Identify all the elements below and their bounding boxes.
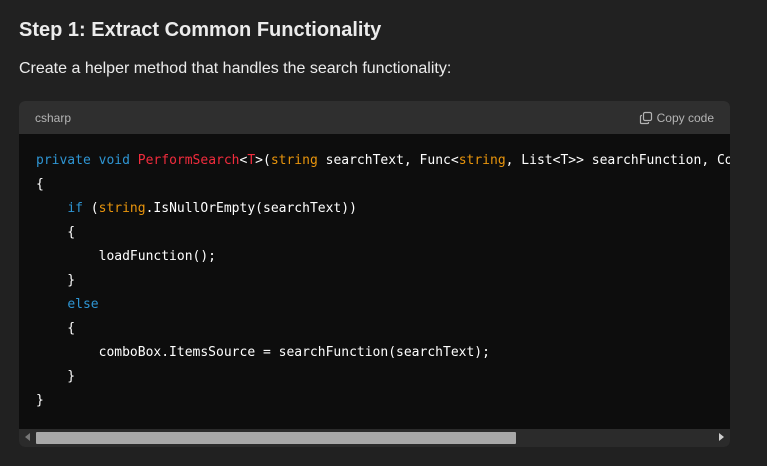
code-line: comboBox.ItemsSource = searchFunction(se… <box>36 345 490 360</box>
copy-code-button[interactable]: Copy code <box>639 111 714 125</box>
chat-message: Step 1: Extract Common Functionality Cre… <box>0 0 767 466</box>
code-line: if (string.IsNullOrEmpty(searchText)) <box>36 201 357 216</box>
code-line: } <box>36 393 44 408</box>
code-token: void <box>98 153 130 168</box>
code-token: ( <box>82 201 99 216</box>
code-token: string <box>98 201 146 216</box>
code-line: private void PerformSearch<T>(string sea… <box>36 153 730 168</box>
code-token: if <box>67 201 83 216</box>
code-header: csharp Copy code <box>19 101 730 134</box>
code-token: PerformSearch <box>137 153 240 168</box>
code-token: comboBox.ItemsSource = searchFunction(se… <box>36 345 490 360</box>
code-token: { <box>36 177 44 192</box>
code-block: csharp Copy code private void PerformSea… <box>19 101 730 447</box>
code-token: } <box>36 369 76 384</box>
code-content: private void PerformSearch<T>(string sea… <box>36 149 730 413</box>
copy-code-label: Copy code <box>656 110 714 125</box>
code-token: , List<T>> searchFunction, Com <box>505 153 730 168</box>
code-line: { <box>36 321 75 336</box>
code-token: searchText, Func< <box>317 153 459 168</box>
scroll-left-arrow-icon[interactable] <box>25 433 30 441</box>
code-line: { <box>36 177 44 192</box>
code-line: { <box>36 225 75 240</box>
code-line: } <box>36 369 75 384</box>
code-token: T <box>247 153 256 168</box>
code-token: } <box>36 273 76 288</box>
code-token: { <box>36 321 76 336</box>
code-token: string <box>458 153 506 168</box>
code-language-label: csharp <box>35 110 72 125</box>
section-heading: Step 1: Extract Common Functionality <box>19 19 382 41</box>
scroll-right-arrow-icon[interactable] <box>719 433 724 441</box>
code-line: else <box>36 297 99 312</box>
code-token: >( <box>255 153 271 168</box>
code-token: .IsNullOrEmpty(searchText)) <box>145 201 357 216</box>
code-token: } <box>36 393 44 408</box>
section-description: Create a helper method that handles the … <box>19 60 452 77</box>
code-body: private void PerformSearch<T>(string sea… <box>19 134 730 429</box>
code-token: else <box>67 297 99 312</box>
code-token: { <box>36 225 76 240</box>
horizontal-scrollbar[interactable] <box>19 429 730 447</box>
code-line: loadFunction(); <box>36 249 216 264</box>
code-line: } <box>36 273 75 288</box>
code-token: string <box>270 153 318 168</box>
code-token: private <box>36 153 91 168</box>
code-token: loadFunction(); <box>36 249 217 264</box>
scrollbar-thumb[interactable] <box>36 432 516 444</box>
copy-icon <box>639 111 653 125</box>
